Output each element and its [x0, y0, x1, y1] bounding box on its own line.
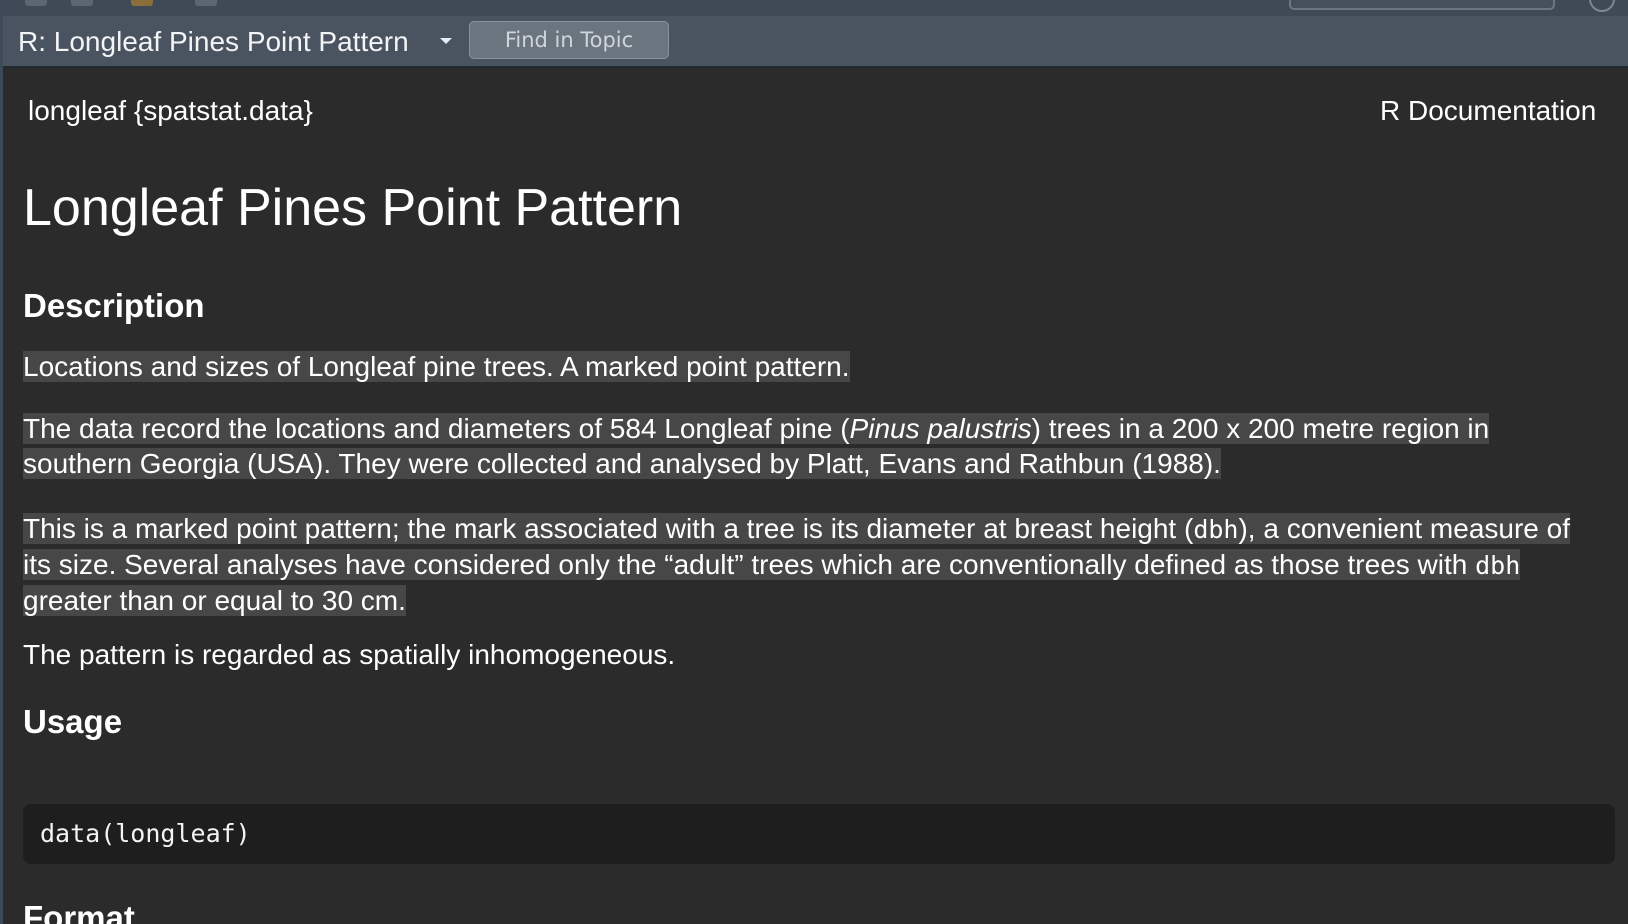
popout-icon[interactable]: [195, 0, 217, 6]
forward-arrow-icon[interactable]: [71, 0, 93, 6]
page-title: Longleaf Pines Point Pattern: [23, 179, 683, 237]
paragraph-text: The data record the locations and diamet…: [23, 413, 850, 444]
description-paragraph-3: This is a marked point pattern; the mark…: [23, 511, 1593, 618]
species-name: Pinus palustris: [849, 413, 1032, 444]
usage-code-block: data(longleaf): [23, 804, 1615, 864]
description-paragraph-2: The data record the locations and diamet…: [23, 411, 1593, 481]
format-heading: Format: [23, 899, 135, 924]
topic-title-dropdown[interactable]: R: Longleaf Pines Point Pattern: [18, 26, 409, 58]
back-arrow-icon[interactable]: [25, 0, 47, 6]
inline-code: dbh: [1193, 515, 1239, 544]
help-search-input[interactable]: [1289, 0, 1555, 10]
selected-text: This is a marked point pattern; the mark…: [23, 513, 1570, 616]
selected-text: The data record the locations and diamet…: [23, 413, 1490, 479]
caret-down-icon[interactable]: [440, 38, 452, 44]
help-pane: R: Longleaf Pines Point Pattern Find in …: [0, 0, 1628, 924]
help-toolbar: [3, 0, 1628, 17]
r-documentation-label: R Documentation: [1380, 95, 1597, 126]
paragraph-text: This is a marked point pattern; the mark…: [23, 513, 1194, 544]
description-paragraph-1: Locations and sizes of Longleaf pine tre…: [23, 349, 1593, 384]
refresh-icon[interactable]: [1589, 0, 1615, 12]
package-reference: longleaf {spatstat.data}: [28, 95, 313, 126]
selected-text: Locations and sizes of Longleaf pine tre…: [23, 351, 850, 382]
description-heading: Description: [23, 287, 205, 324]
topic-bar: R: Longleaf Pines Point Pattern Find in …: [3, 16, 1628, 68]
find-in-topic-button[interactable]: Find in Topic: [469, 21, 669, 59]
inline-code: dbh: [1475, 551, 1521, 580]
usage-heading: Usage: [23, 703, 123, 740]
paragraph-text: greater than or equal to 30 cm.: [23, 585, 406, 616]
description-paragraph-4: The pattern is regarded as spatially inh…: [23, 639, 676, 670]
home-icon[interactable]: [131, 0, 153, 6]
